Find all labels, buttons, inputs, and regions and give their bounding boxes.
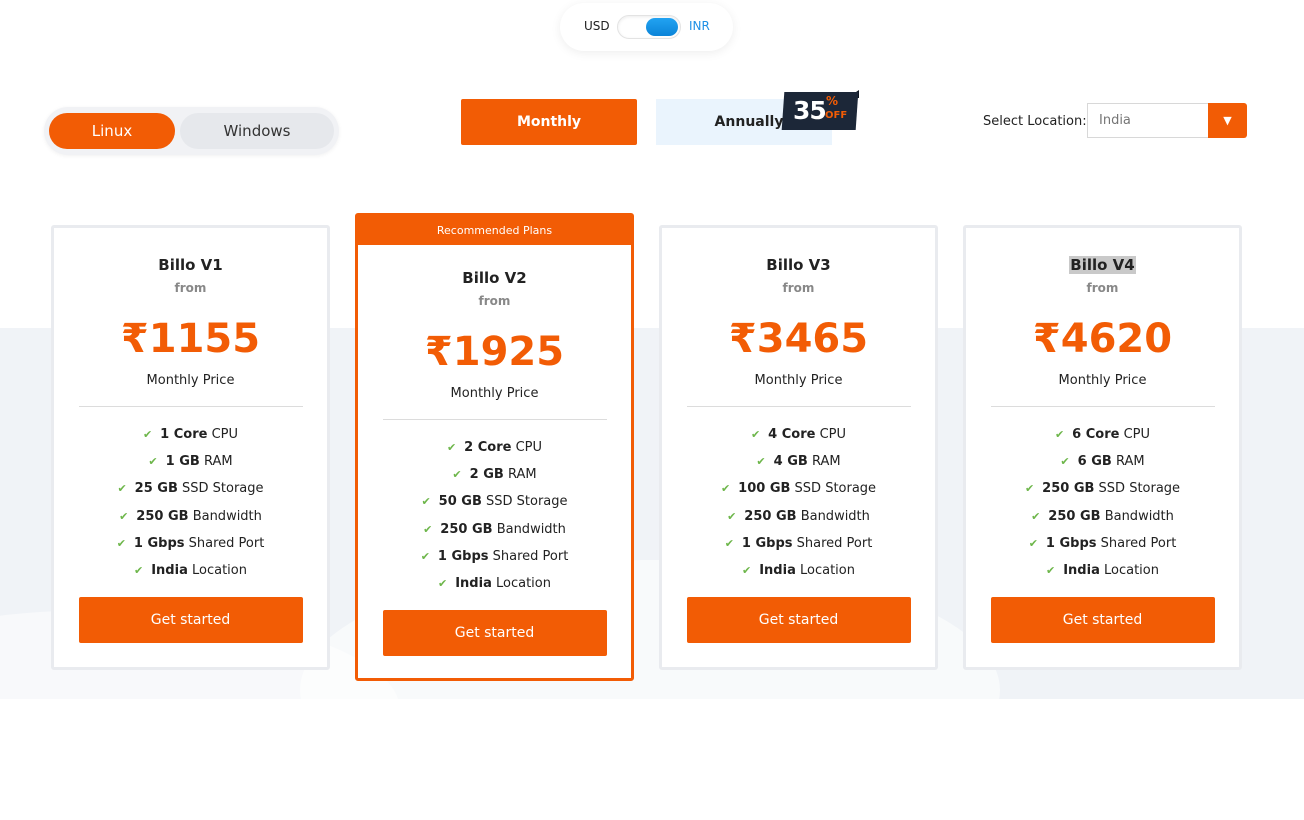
get-started-button[interactable]: Get started xyxy=(382,610,607,657)
plan-price: ₹4620 xyxy=(1032,316,1173,362)
feature-item: ✔ 50 GB SSD Storage xyxy=(421,494,568,510)
plan-name: Billo V4 xyxy=(966,256,1239,274)
check-icon: ✔ xyxy=(1031,509,1041,523)
check-icon: ✔ xyxy=(1054,428,1065,441)
currency-switch[interactable] xyxy=(617,15,681,39)
plan-card-v2: Recommended Plans Billo V2 from ₹1925 Mo… xyxy=(355,213,634,681)
check-icon: ✔ xyxy=(148,455,158,469)
check-icon: ✔ xyxy=(1024,482,1035,496)
currency-toggle: USD INR xyxy=(560,3,733,51)
plan-name: Billo V2 xyxy=(462,269,527,287)
feature-item: ✔ 1 Gbps Shared Port xyxy=(724,535,873,551)
check-icon: ✔ xyxy=(134,563,144,577)
plan-divider xyxy=(78,406,303,407)
feature-item: ✔ 4 Core CPU xyxy=(750,427,847,442)
plan-price: ₹1925 xyxy=(424,329,565,375)
plan-price-label: Monthly Price xyxy=(450,386,539,401)
plan-price-label: Monthly Price xyxy=(754,373,843,388)
get-started-button[interactable]: Get started xyxy=(78,597,303,644)
feature-item: ✔ 100 GB SSD Storage xyxy=(720,481,877,497)
feature-item: ✔ 2 Core CPU xyxy=(446,440,543,455)
discount-percent: % xyxy=(826,94,839,108)
check-icon: ✔ xyxy=(423,522,433,536)
location-input[interactable] xyxy=(1087,103,1208,138)
plan-from: from xyxy=(1086,281,1119,295)
feature-item: ✔ India Location xyxy=(742,562,855,578)
plan-card-v4: Billo V4 from ₹4620 Monthly Price ✔ 6 Cor… xyxy=(963,225,1242,670)
feature-item: ✔ India Location xyxy=(134,562,247,578)
feature-item: ✔ 25 GB SSD Storage xyxy=(117,481,264,497)
os-toggle: Linux Windows xyxy=(44,107,339,155)
feature-item: ✔ 250 GB Bandwidth xyxy=(1031,508,1174,524)
feature-item: ✔ 1 Gbps Shared Port xyxy=(116,535,265,551)
os-linux-button[interactable]: Linux xyxy=(49,113,175,149)
plan-name-text: Billo V4 xyxy=(1069,256,1136,274)
plan-price: ₹3465 xyxy=(728,316,869,362)
plan-from: from xyxy=(478,294,511,308)
feature-item: ✔ 1 GB RAM xyxy=(148,454,233,470)
feature-item: ✔ 6 GB RAM xyxy=(1060,454,1145,470)
currency-switch-knob xyxy=(646,18,678,36)
plan-name: Billo V1 xyxy=(158,256,223,274)
check-icon: ✔ xyxy=(1046,563,1056,577)
plan-name: Billo V3 xyxy=(766,256,831,274)
check-icon: ✔ xyxy=(446,441,457,454)
check-icon: ✔ xyxy=(119,509,129,523)
feature-item: ✔ 6 Core CPU xyxy=(1054,427,1151,442)
feature-item: ✔ 250 GB SSD Storage xyxy=(1024,481,1181,497)
get-started-button[interactable]: Get started xyxy=(990,597,1215,644)
plan-price-label: Monthly Price xyxy=(146,373,235,388)
check-icon: ✔ xyxy=(142,428,153,441)
plan-divider xyxy=(686,406,911,407)
check-icon: ✔ xyxy=(452,468,462,482)
billing-monthly-button[interactable]: Monthly xyxy=(461,99,637,145)
plan-card-v3: Billo V3 from ₹3465 Monthly Price ✔ 4 Cor… xyxy=(659,225,938,670)
plan-price-label: Monthly Price xyxy=(1058,373,1147,388)
check-icon: ✔ xyxy=(742,563,752,577)
check-icon: ✔ xyxy=(1060,455,1070,469)
os-windows-button[interactable]: Windows xyxy=(180,113,334,149)
feature-item: ✔ India Location xyxy=(438,575,551,591)
check-icon: ✔ xyxy=(116,536,126,550)
check-icon: ✔ xyxy=(1028,536,1038,550)
location-label: Select Location: xyxy=(983,114,1087,129)
check-icon: ✔ xyxy=(421,495,431,509)
plan-divider xyxy=(382,419,607,420)
check-icon: ✔ xyxy=(720,482,731,496)
check-icon: ✔ xyxy=(117,482,127,496)
feature-item: ✔ India Location xyxy=(1046,562,1159,578)
feature-item: ✔ 250 GB Bandwidth xyxy=(727,508,870,524)
plan-from: from xyxy=(174,281,207,295)
check-icon: ✔ xyxy=(724,536,734,550)
check-icon: ✔ xyxy=(727,509,737,523)
plan-divider xyxy=(990,406,1215,407)
discount-number: 35 xyxy=(793,96,827,125)
currency-usd-label[interactable]: USD xyxy=(584,19,610,33)
feature-item: ✔ 1 Gbps Shared Port xyxy=(420,548,569,564)
feature-item: ✔ 1 Core CPU xyxy=(142,427,239,442)
plan-card-v1: Billo V1 from ₹1155 Monthly Price ✔ 1 Cor… xyxy=(51,225,330,670)
feature-item: ✔ 2 GB RAM xyxy=(452,467,537,483)
plan-from: from xyxy=(782,281,815,295)
currency-inr-label[interactable]: INR xyxy=(689,19,710,33)
get-started-button[interactable]: Get started xyxy=(686,597,911,644)
feature-item: ✔ 1 Gbps Shared Port xyxy=(1028,535,1177,551)
feature-item: ✔ 4 GB RAM xyxy=(756,454,841,470)
recommended-badge: Recommended Plans xyxy=(358,216,631,245)
feature-item: ✔ 250 GB Bandwidth xyxy=(423,521,566,537)
discount-off-label: OFF xyxy=(825,110,848,121)
check-icon: ✔ xyxy=(438,576,448,590)
check-icon: ✔ xyxy=(420,549,430,563)
check-icon: ✔ xyxy=(750,428,761,441)
feature-item: ✔ 250 GB Bandwidth xyxy=(119,508,262,524)
location-dropdown-button[interactable]: ▼ xyxy=(1208,103,1247,138)
plan-price: ₹1155 xyxy=(120,316,261,362)
caret-down-icon: ▼ xyxy=(1223,114,1232,127)
check-icon: ✔ xyxy=(756,455,766,469)
